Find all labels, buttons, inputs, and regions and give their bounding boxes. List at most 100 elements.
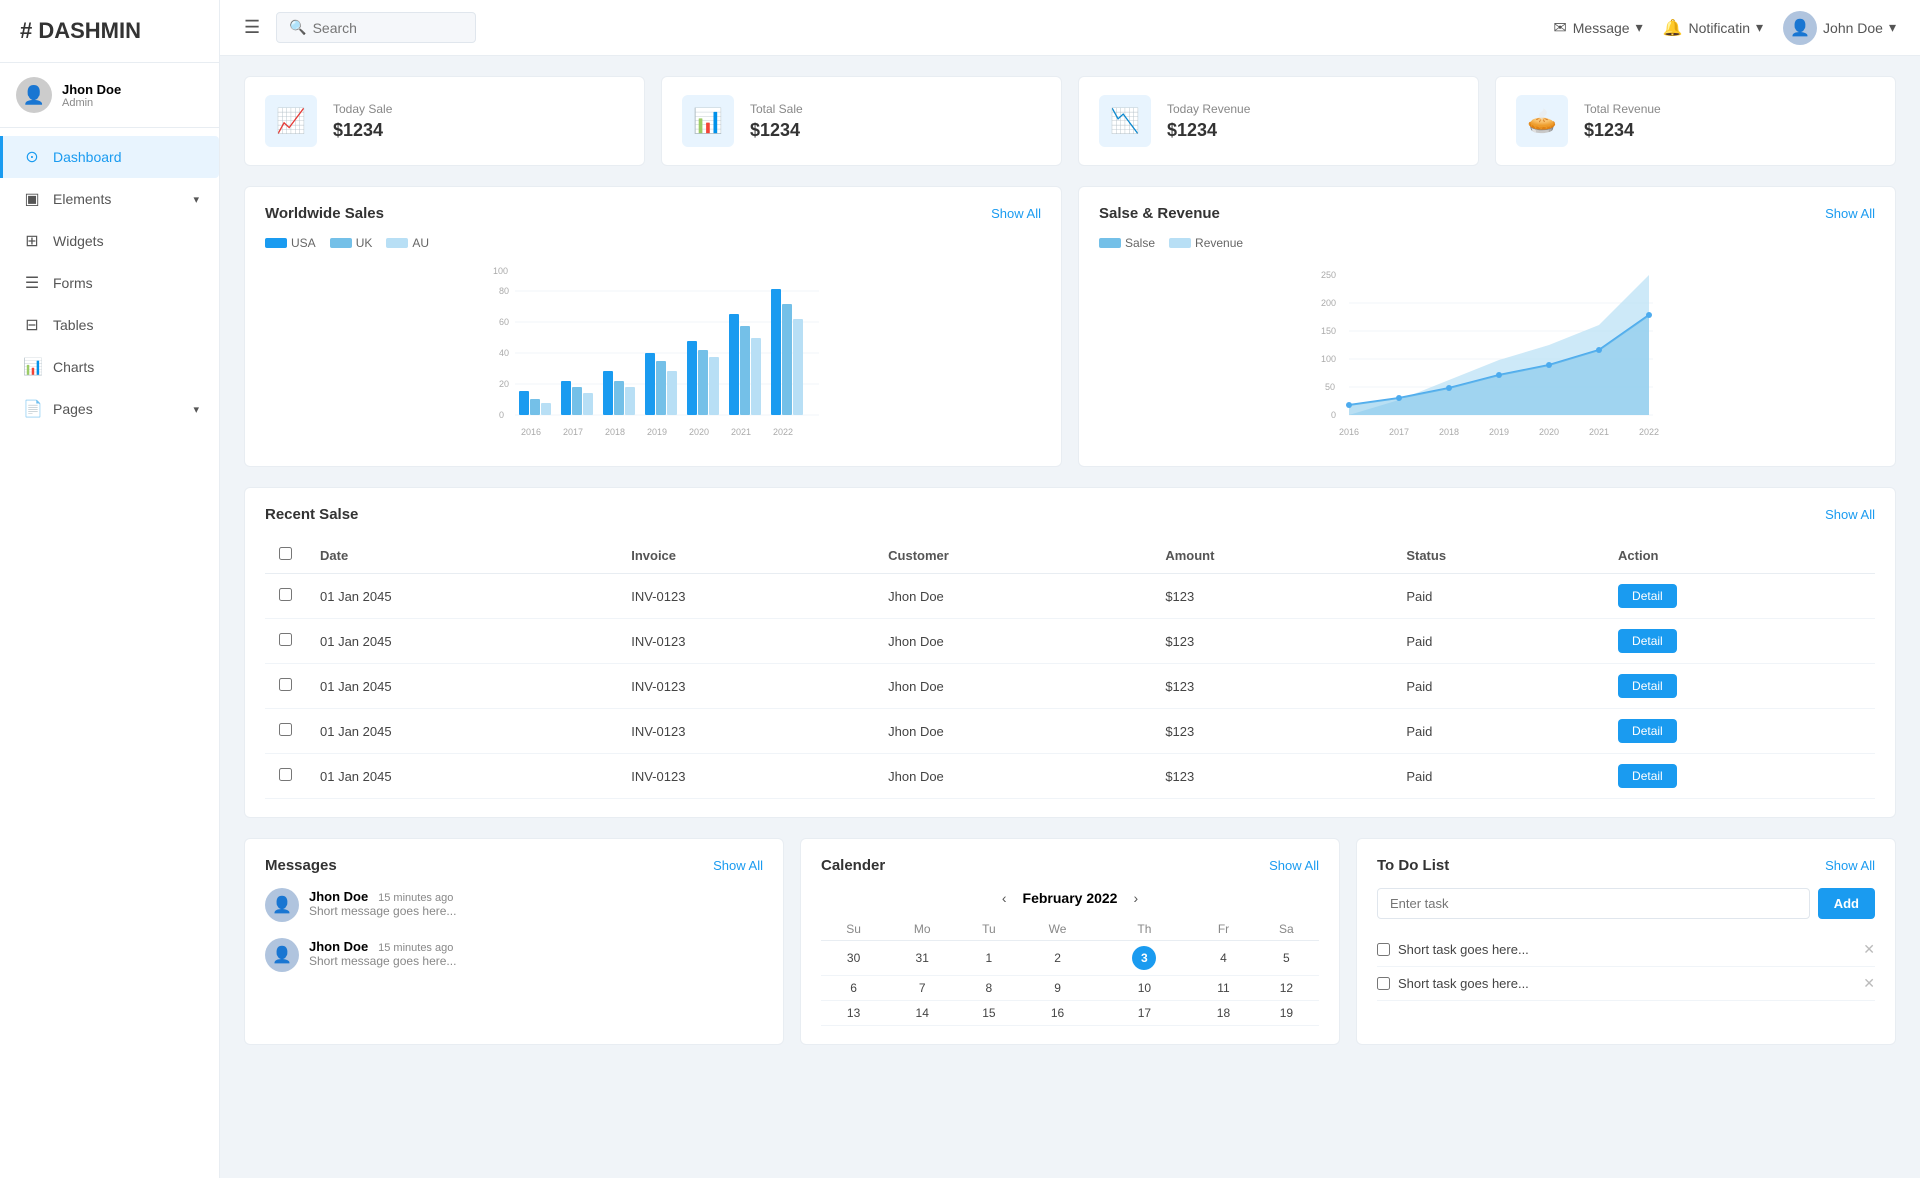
calendar-day-cell[interactable]: 18 <box>1193 1001 1254 1026</box>
todo-delete-button[interactable]: ✕ <box>1863 975 1875 992</box>
calendar-day-cell[interactable]: 12 <box>1254 976 1319 1001</box>
calendar-month-header: ‹ February 2022 › <box>821 888 1319 908</box>
recent-sales-show-all[interactable]: Show All <box>1825 507 1875 522</box>
user-menu-button[interactable]: 👤 John Doe ▾ <box>1783 11 1896 45</box>
sidebar-item-tables[interactable]: ⊟ Tables <box>0 304 219 346</box>
calendar-show-all[interactable]: Show All <box>1269 858 1319 873</box>
calendar-day-cell[interactable]: 10 <box>1096 976 1194 1001</box>
calendar-day-cell[interactable]: 1 <box>958 941 1019 976</box>
svg-text:200: 200 <box>1321 298 1336 308</box>
message-button[interactable]: ✉ Message ▾ <box>1553 18 1642 38</box>
calendar-day-cell[interactable]: 7 <box>886 976 958 1001</box>
svg-text:60: 60 <box>499 317 509 327</box>
sales-revenue-title: Salse & Revenue <box>1099 205 1220 222</box>
sidebar-item-pages[interactable]: 📄 Pages ▾ <box>0 388 219 430</box>
stat-label: Today Sale <box>333 102 392 116</box>
sidebar-item-charts[interactable]: 📊 Charts <box>0 346 219 388</box>
svg-text:2018: 2018 <box>605 427 625 437</box>
calendar-day-cell[interactable]: 16 <box>1020 1001 1096 1026</box>
todo-input[interactable] <box>1377 888 1810 919</box>
message-time: 15 minutes ago <box>378 942 453 954</box>
todo-item-text: Short task goes here... <box>1398 976 1855 991</box>
detail-button[interactable]: Detail <box>1618 629 1677 653</box>
calendar-day-cell[interactable]: 8 <box>958 976 1019 1001</box>
chevron-down-icon: ▾ <box>193 403 199 416</box>
main-area: ☰ 🔍 ✉ Message ▾ 🔔 Notificatin ▾ 👤 John D… <box>220 0 1920 1178</box>
calendar-day-cell[interactable]: 17 <box>1096 1001 1194 1026</box>
cell-invoice: INV-0123 <box>617 709 874 754</box>
search-input[interactable] <box>313 20 464 36</box>
row-checkbox[interactable] <box>279 723 292 736</box>
message-arrow-icon: ▾ <box>1636 19 1643 36</box>
messages-show-all[interactable]: Show All <box>713 858 763 873</box>
cell-date: 01 Jan 2045 <box>306 754 617 799</box>
cell-amount: $123 <box>1151 709 1392 754</box>
user-arrow-icon: ▾ <box>1889 19 1896 36</box>
calendar-day-cell[interactable]: 3 <box>1096 941 1194 976</box>
sidebar-user-role: Admin <box>62 97 121 109</box>
cell-status: Paid <box>1392 754 1604 799</box>
stat-value: $1234 <box>333 120 392 141</box>
calendar-day-cell[interactable]: 9 <box>1020 976 1096 1001</box>
todo-checkbox[interactable] <box>1377 943 1390 956</box>
row-checkbox[interactable] <box>279 678 292 691</box>
sidebar-item-forms[interactable]: ☰ Forms <box>0 262 219 304</box>
select-all-checkbox[interactable] <box>279 547 292 560</box>
search-box[interactable]: 🔍 <box>276 12 476 43</box>
user-name-label: John Doe <box>1823 20 1883 36</box>
bottom-row: Messages Show All 👤 Jhon Doe 15 minutes … <box>244 838 1896 1045</box>
sidebar-item-label: Elements <box>53 191 111 207</box>
detail-button[interactable]: Detail <box>1618 764 1677 788</box>
legend-usa: USA <box>265 236 316 250</box>
calendar-day-cell[interactable]: 11 <box>1193 976 1254 1001</box>
cell-date: 01 Jan 2045 <box>306 709 617 754</box>
row-checkbox[interactable] <box>279 588 292 601</box>
sidebar-item-elements[interactable]: ▣ Elements ▾ <box>0 178 219 220</box>
todo-checkbox[interactable] <box>1377 977 1390 990</box>
menu-icon[interactable]: ☰ <box>244 17 260 38</box>
bar-chart-svg: 0 20 40 60 80 100 <box>265 260 1041 445</box>
sales-revenue-show-all[interactable]: Show All <box>1825 206 1875 221</box>
todo-item-text: Short task goes here... <box>1398 942 1855 957</box>
sidebar: # DASHMIN 👤 Jhon Doe Admin ⊙ Dashboard ▣… <box>0 0 220 1178</box>
stat-card-today-revenue: 📉 Today Revenue $1234 <box>1078 76 1479 166</box>
detail-button[interactable]: Detail <box>1618 584 1677 608</box>
calendar-week-row: 303112345 <box>821 941 1319 976</box>
calendar-prev-button[interactable]: ‹ <box>996 888 1013 908</box>
calendar-next-button[interactable]: › <box>1127 888 1144 908</box>
svg-text:50: 50 <box>1325 382 1335 392</box>
detail-button[interactable]: Detail <box>1618 674 1677 698</box>
cell-status: Paid <box>1392 574 1604 619</box>
header: ☰ 🔍 ✉ Message ▾ 🔔 Notificatin ▾ 👤 John D… <box>220 0 1920 56</box>
calendar-day-cell[interactable]: 4 <box>1193 941 1254 976</box>
envelope-icon: ✉ <box>1553 18 1566 38</box>
cell-invoice: INV-0123 <box>617 619 874 664</box>
calendar-day-cell[interactable]: 13 <box>821 1001 886 1026</box>
calendar-day-cell[interactable]: 2 <box>1020 941 1096 976</box>
worldwide-sales-show-all[interactable]: Show All <box>991 206 1041 221</box>
notification-button[interactable]: 🔔 Notificatin ▾ <box>1663 18 1763 38</box>
calendar-day-cell[interactable]: 14 <box>886 1001 958 1026</box>
row-checkbox[interactable] <box>279 633 292 646</box>
sidebar-item-label: Widgets <box>53 233 104 249</box>
todo-add-button[interactable]: Add <box>1818 888 1875 919</box>
sales-revenue-card: Salse & Revenue Show All Salse Revenue <box>1078 186 1896 467</box>
calendar-day-cell[interactable]: 15 <box>958 1001 1019 1026</box>
cell-invoice: INV-0123 <box>617 754 874 799</box>
sidebar-item-dashboard[interactable]: ⊙ Dashboard <box>0 136 219 178</box>
calendar-day-cell[interactable]: 19 <box>1254 1001 1319 1026</box>
search-icon: 🔍 <box>289 19 306 36</box>
legend-sales: Salse <box>1099 236 1155 250</box>
calendar-day-cell[interactable]: 6 <box>821 976 886 1001</box>
table-row: 01 Jan 2045 INV-0123 Jhon Doe $123 Paid … <box>265 664 1875 709</box>
row-checkbox[interactable] <box>279 768 292 781</box>
calendar-day-cell[interactable]: 5 <box>1254 941 1319 976</box>
todo-delete-button[interactable]: ✕ <box>1863 941 1875 958</box>
calendar-day-cell[interactable]: 30 <box>821 941 886 976</box>
sidebar-nav: ⊙ Dashboard ▣ Elements ▾ ⊞ Widgets ☰ For… <box>0 128 219 438</box>
calendar-day-cell[interactable]: 31 <box>886 941 958 976</box>
sidebar-user: 👤 Jhon Doe Admin <box>0 63 219 128</box>
detail-button[interactable]: Detail <box>1618 719 1677 743</box>
sidebar-item-widgets[interactable]: ⊞ Widgets <box>0 220 219 262</box>
todo-show-all[interactable]: Show All <box>1825 858 1875 873</box>
